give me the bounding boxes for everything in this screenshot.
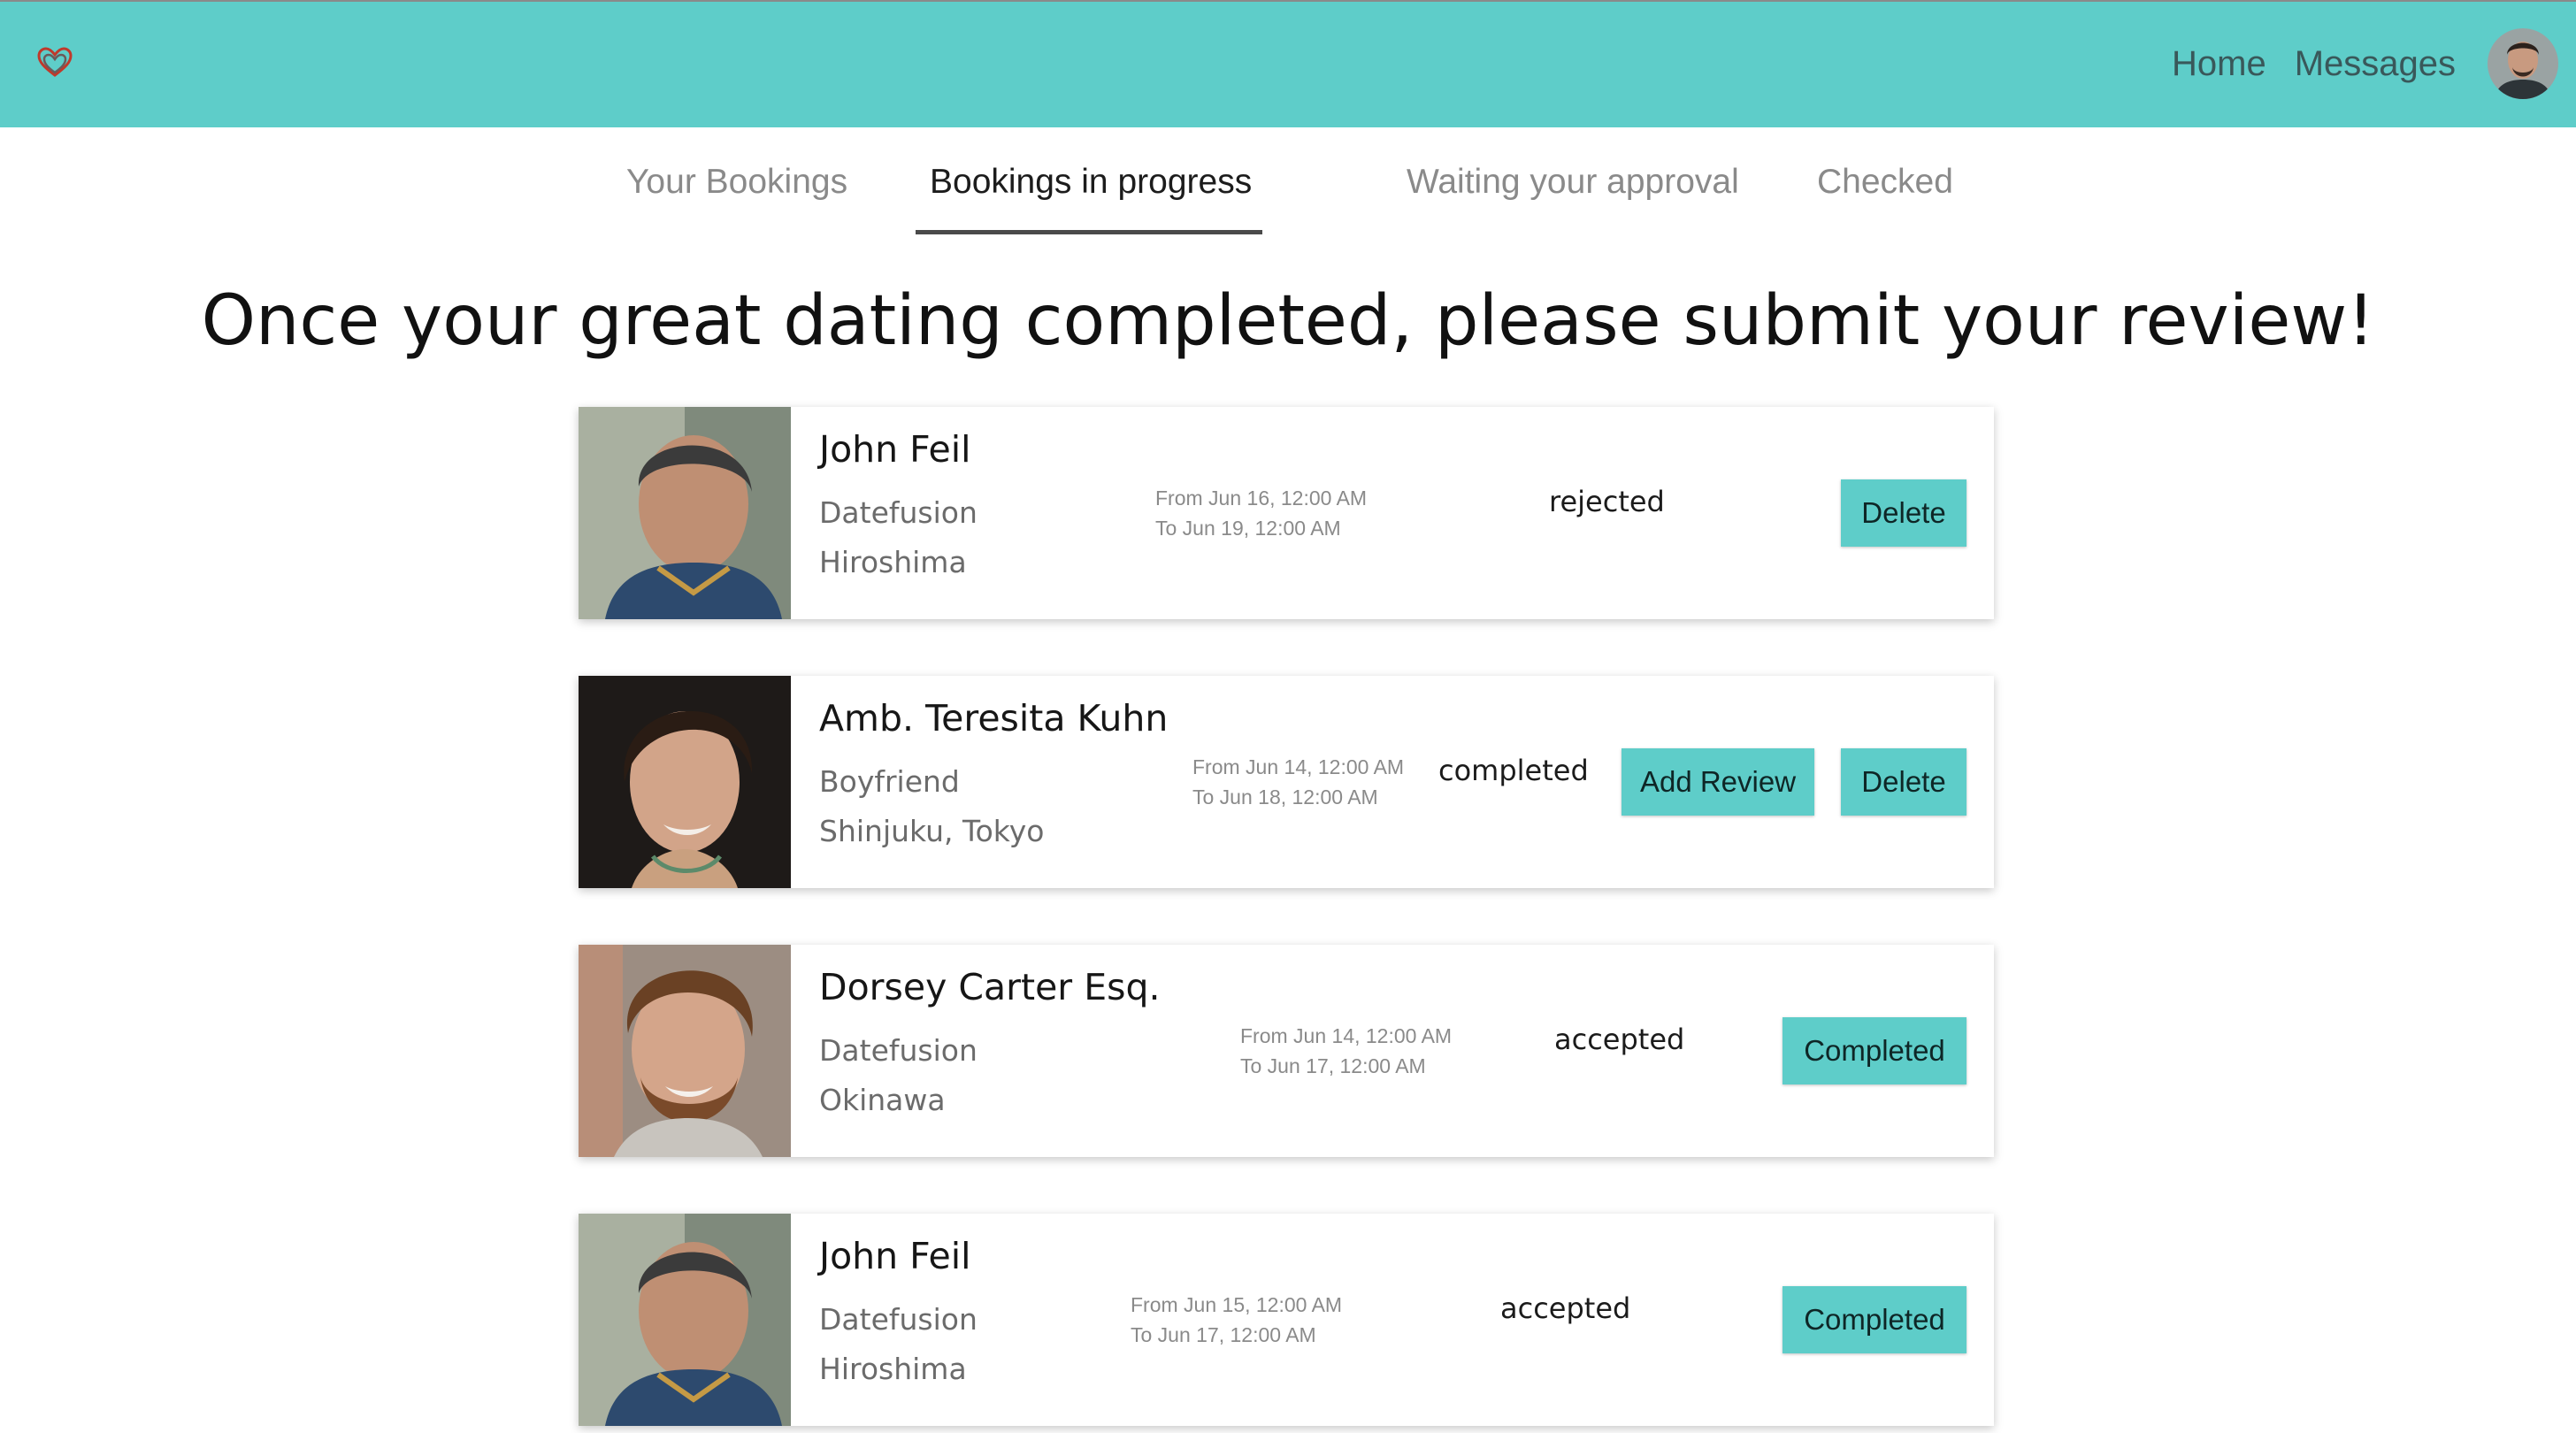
profile-photo [579,945,791,1157]
booking-date-to: To Jun 17, 12:00 AM [1131,1323,1316,1346]
booking-date-from: From Jun 14, 12:00 AM [1240,1024,1453,1047]
booking-status: accepted [1554,1023,1685,1056]
top-navbar: Home Messages [0,0,2576,127]
booking-date-to: To Jun 17, 12:00 AM [1240,1054,1426,1077]
add-review-button[interactable]: Add Review [1622,748,1814,816]
profile-photo [579,676,791,888]
booking-tabs: Your Bookings Bookings in progress Waiti… [0,127,2576,242]
booking-status: rejected [1549,485,1665,518]
profile-photo [579,1214,791,1426]
booking-dates: From Jun 16, 12:00 AM To Jun 19, 12:00 A… [1155,483,1367,543]
completed-button[interactable]: Completed [1782,1286,1966,1353]
booking-name: Amb. Teresita Kuhn [819,697,1169,739]
booking-location: Hiroshima [819,545,967,579]
top-nav: Home Messages [2172,25,2558,103]
booking-category: Boyfriend [819,764,960,799]
booking-card: John Feil Datefusion Hiroshima From Jun … [579,1214,1994,1426]
tab-your-bookings[interactable]: Your Bookings [626,163,847,202]
booking-category: Datefusion [819,495,978,530]
booking-date-from: From Jun 16, 12:00 AM [1155,487,1368,510]
booking-name: John Feil [819,1235,971,1277]
booking-date-to: To Jun 19, 12:00 AM [1155,517,1341,540]
user-avatar[interactable] [2488,28,2558,99]
booking-location: Shinjuku, Tokyo [819,814,1045,848]
page-heading: Once your great dating completed, please… [201,281,2375,361]
booking-card: John Feil Datefusion Hiroshima From Jun … [579,407,1994,619]
booking-status: accepted [1500,1291,1631,1325]
logo-icon[interactable] [35,46,78,81]
delete-button[interactable]: Delete [1841,479,1966,547]
booking-status: completed [1438,754,1589,787]
profile-photo [579,407,791,619]
delete-button[interactable]: Delete [1841,748,1966,816]
booking-dates: From Jun 14, 12:00 AM To Jun 17, 12:00 A… [1240,1021,1452,1081]
active-tab-indicator [916,230,1262,234]
booking-date-from: From Jun 15, 12:00 AM [1131,1293,1343,1316]
booking-category: Datefusion [819,1302,978,1337]
tab-waiting-your-approval[interactable]: Waiting your approval [1407,163,1739,202]
booking-name: John Feil [819,428,971,471]
tab-checked[interactable]: Checked [1817,163,1953,202]
booking-date-to: To Jun 18, 12:00 AM [1192,785,1378,808]
booking-date-from: From Jun 14, 12:00 AM [1192,755,1405,778]
tab-bookings-in-progress[interactable]: Bookings in progress [930,163,1252,202]
booking-dates: From Jun 14, 12:00 AM To Jun 18, 12:00 A… [1192,752,1404,812]
booking-location: Hiroshima [819,1352,967,1386]
completed-button[interactable]: Completed [1782,1017,1966,1084]
booking-category: Datefusion [819,1033,978,1068]
booking-dates: From Jun 15, 12:00 AM To Jun 17, 12:00 A… [1131,1290,1342,1350]
booking-card: Dorsey Carter Esq. Datefusion Okinawa Fr… [579,945,1994,1157]
nav-messages-link[interactable]: Messages [2295,44,2456,84]
booking-card: Amb. Teresita Kuhn Boyfriend Shinjuku, T… [579,676,1994,888]
booking-location: Okinawa [819,1083,946,1117]
booking-name: Dorsey Carter Esq. [819,966,1161,1008]
nav-home-link[interactable]: Home [2172,44,2266,84]
